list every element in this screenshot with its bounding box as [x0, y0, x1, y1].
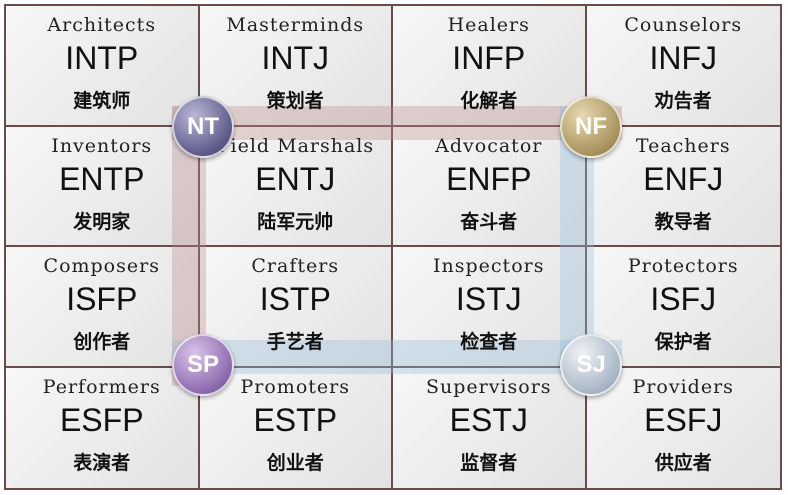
personality-type-grid: Architects INTP 建筑师 Masterminds INTJ 策划者…: [4, 4, 782, 490]
cell-infp: Healers INFP 化解者: [393, 6, 587, 127]
cell-intp: Architects INTP 建筑师: [6, 6, 200, 127]
role-name: Counselors: [624, 14, 743, 36]
type-code: INTP: [65, 40, 139, 76]
chinese-name: 表演者: [73, 451, 131, 474]
cell-entp: Inventors ENTP 发明家: [6, 126, 200, 247]
cell-esfp: Performers ESFP 表演者: [6, 367, 200, 488]
chinese-name: 陆军元帅: [257, 210, 334, 233]
type-code: INTJ: [261, 40, 330, 76]
type-code: ESTP: [253, 401, 338, 438]
chinese-name: 化解者: [460, 90, 518, 112]
type-code: ENTP: [59, 160, 145, 197]
role-name: Masterminds: [226, 14, 365, 36]
type-code: INFJ: [649, 40, 718, 76]
type-code: ESFJ: [644, 401, 723, 438]
chinese-name: 监督者: [460, 451, 518, 474]
role-name: Protectors: [627, 255, 739, 277]
type-code: ENTJ: [255, 160, 336, 197]
type-code: ESFP: [59, 401, 144, 438]
type-code: ISFJ: [650, 281, 717, 317]
chinese-name: 检查者: [460, 331, 518, 353]
role-name: Supervisors: [425, 375, 552, 398]
cell-isfp: Composers ISFP 创作者: [6, 247, 200, 368]
role-name: Crafters: [251, 255, 340, 277]
sj-badge: SJ: [560, 334, 622, 396]
role-name: Inventors: [51, 134, 153, 157]
cell-esfj: Providers ESFJ 供应者: [586, 367, 780, 488]
chinese-name: 供应者: [654, 451, 712, 474]
type-code: ISFP: [66, 281, 138, 317]
chinese-name: 建筑师: [73, 90, 131, 112]
type-code: ENFP: [446, 160, 532, 197]
cell-enfp: Advocator ENFP 奋斗者: [393, 126, 587, 247]
role-name: Healers: [447, 14, 530, 36]
type-code: ENFJ: [643, 160, 724, 197]
chinese-name: 发明家: [73, 210, 131, 233]
type-code: INFP: [452, 40, 526, 76]
sp-badge: SP: [172, 334, 234, 396]
cell-estj: Supervisors ESTJ 监督者: [393, 367, 587, 488]
cell-estp: Promoters ESTP 创业者: [199, 367, 393, 488]
cell-istj: Inspectors ISTJ 检查者: [393, 247, 587, 368]
chinese-name: 创作者: [73, 331, 131, 353]
role-name: Performers: [42, 375, 161, 398]
chinese-name: 创业者: [266, 451, 324, 474]
type-code: ISTP: [259, 281, 331, 317]
role-name: Inspectors: [433, 255, 545, 277]
type-code: ISTJ: [455, 281, 522, 317]
chinese-name: 教导者: [654, 210, 712, 233]
chinese-name: 奋斗者: [460, 210, 518, 233]
role-name: Composers: [43, 255, 160, 277]
role-name: Architects: [47, 14, 157, 36]
nf-badge: NF: [560, 96, 622, 158]
nt-badge: NT: [172, 96, 234, 158]
type-code: ESTJ: [449, 401, 528, 438]
role-name: Advocator: [435, 134, 543, 157]
